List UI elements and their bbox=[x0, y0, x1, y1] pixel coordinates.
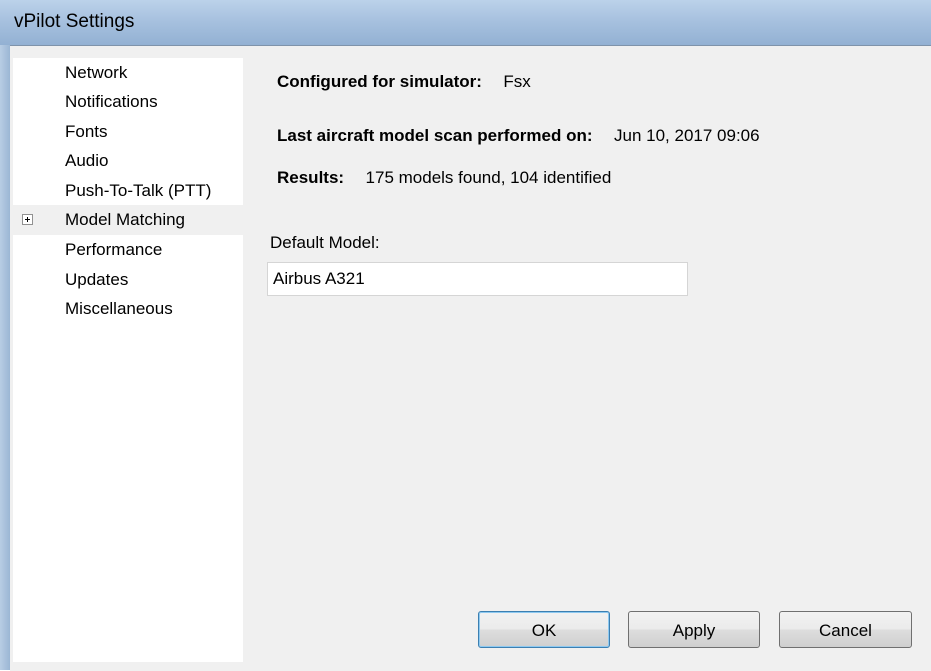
nav-item-updates[interactable]: Updates bbox=[13, 265, 243, 295]
default-model-field[interactable]: Airbus A321 bbox=[267, 262, 688, 296]
simulator-value: Fsx bbox=[503, 72, 531, 91]
nav-item-label: Notifications bbox=[65, 92, 158, 111]
nav-item-model-matching[interactable]: Model Matching bbox=[13, 205, 243, 235]
nav-item-label: Fonts bbox=[65, 122, 108, 141]
results-row: Results: 175 models found, 104 identifie… bbox=[277, 168, 611, 188]
default-model-label: Default Model: bbox=[270, 233, 380, 252]
nav-item-label: Miscellaneous bbox=[65, 299, 173, 318]
simulator-label: Configured for simulator: bbox=[277, 72, 482, 91]
scan-label: Last aircraft model scan performed on: bbox=[277, 126, 593, 145]
nav-item-audio[interactable]: Audio bbox=[13, 146, 243, 176]
cancel-button[interactable]: Cancel bbox=[779, 611, 912, 648]
settings-window: vPilot Settings Network Notifications Fo… bbox=[0, 0, 931, 671]
nav-item-label: Updates bbox=[65, 270, 129, 289]
nav-item-label: Model Matching bbox=[65, 210, 186, 229]
nav-item-label: Audio bbox=[65, 151, 109, 170]
settings-nav-tree: Network Notifications Fonts Audio Push-T… bbox=[13, 58, 243, 662]
nav-item-miscellaneous[interactable]: Miscellaneous bbox=[13, 294, 243, 324]
scan-value: Jun 10, 2017 09:06 bbox=[614, 126, 760, 145]
ok-button[interactable]: OK bbox=[478, 611, 610, 648]
simulator-row: Configured for simulator: Fsx bbox=[277, 72, 531, 92]
results-value: 175 models found, 104 identified bbox=[365, 168, 612, 187]
window-title: vPilot Settings bbox=[14, 11, 135, 32]
results-label: Results: bbox=[277, 168, 345, 187]
scan-row: Last aircraft model scan performed on: J… bbox=[277, 126, 760, 146]
nav-item-label: Push-To-Talk (PTT) bbox=[65, 181, 212, 200]
nav-item-label: Performance bbox=[65, 240, 163, 259]
nav-item-network[interactable]: Network bbox=[13, 58, 243, 88]
nav-item-notifications[interactable]: Notifications bbox=[13, 87, 243, 117]
plus-icon[interactable] bbox=[22, 214, 33, 225]
nav-item-performance[interactable]: Performance bbox=[13, 235, 243, 265]
nav-item-push-to-talk[interactable]: Push-To-Talk (PTT) bbox=[13, 176, 243, 206]
title-bar[interactable]: vPilot Settings bbox=[0, 0, 931, 45]
nav-item-fonts[interactable]: Fonts bbox=[13, 117, 243, 147]
window-left-border bbox=[0, 45, 10, 670]
nav-item-label: Network bbox=[65, 63, 128, 82]
apply-button[interactable]: Apply bbox=[628, 611, 760, 648]
